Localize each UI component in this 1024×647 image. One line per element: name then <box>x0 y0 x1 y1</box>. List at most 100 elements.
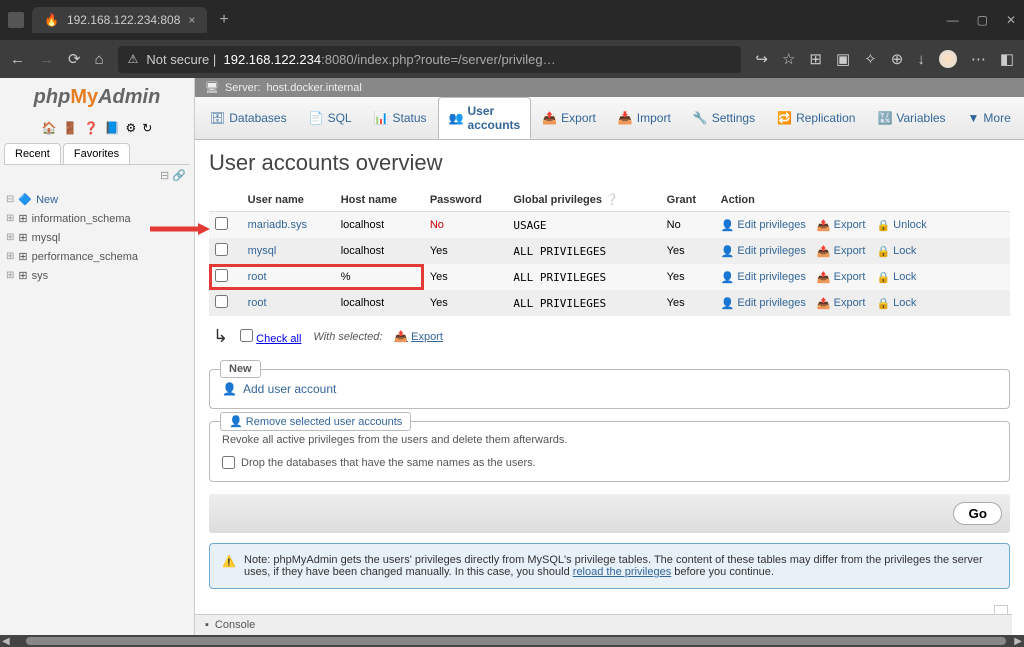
tab-sql[interactable]: 📄SQL <box>298 97 363 139</box>
edit-privileges-link[interactable]: 👤Edit privileges <box>721 297 806 310</box>
minimize-icon[interactable]: — <box>947 13 959 27</box>
user-link[interactable]: root <box>248 271 267 283</box>
maximize-icon[interactable]: ▢ <box>977 13 988 27</box>
share-icon[interactable]: ↪ <box>755 50 768 68</box>
export-user-link[interactable]: 📤Export <box>817 297 866 310</box>
row-checkbox[interactable] <box>215 217 228 230</box>
checkall-checkbox[interactable] <box>240 329 253 342</box>
db-sys[interactable]: ⊞⊞sys <box>4 266 190 285</box>
refresh-button[interactable]: ⟳ <box>68 50 81 68</box>
checkall-row: ↳ Check all With selected: 📤Export <box>209 316 1010 357</box>
tab-export[interactable]: 📤Export <box>531 97 607 139</box>
help-icon[interactable]: ❔ <box>605 194 619 206</box>
edit-privileges-link[interactable]: 👤Edit privileges <box>721 245 806 258</box>
favorites-tab[interactable]: Favorites <box>63 143 130 164</box>
sql-icon[interactable]: 📘 <box>105 121 120 135</box>
scroll-right-icon[interactable]: ▶ <box>1012 636 1024 647</box>
database-tree: ⊟ 🔷 New ⊞⊞information_schema ⊞⊞mysql ⊞⊞p… <box>0 186 194 289</box>
logout-icon[interactable]: 🚪 <box>63 121 78 135</box>
home-icon[interactable]: 🏠 <box>42 121 57 135</box>
menu-icon[interactable]: ⋯ <box>971 50 986 68</box>
reload-icon[interactable]: ↻ <box>142 121 152 135</box>
row-checkbox[interactable] <box>215 269 228 282</box>
profile-avatar[interactable] <box>939 50 957 68</box>
checkall-link[interactable]: Check all <box>256 333 301 345</box>
row-checkbox[interactable] <box>215 243 228 256</box>
reload-privileges-link[interactable]: reload the privileges <box>573 566 671 578</box>
export-user-link[interactable]: 📤Export <box>817 219 866 232</box>
scrollbar-thumb[interactable] <box>26 637 1006 645</box>
export-user-link[interactable]: 📤Export <box>817 245 866 258</box>
download-icon[interactable]: ↓ <box>917 51 925 68</box>
forward-button[interactable]: → <box>39 51 54 68</box>
console-label: Console <box>215 619 255 631</box>
actions-cell: 👤Edit privileges 📤Export 🔒Unlock <box>715 212 1010 239</box>
lock-icon: 🔒 <box>876 219 890 232</box>
add-user-icon: 👤 <box>222 382 237 396</box>
reading-icon[interactable]: ✧ <box>864 50 877 68</box>
tab-variables[interactable]: 🔣Variables <box>866 97 956 139</box>
row-checkbox[interactable] <box>215 295 228 308</box>
export-selected-link[interactable]: 📤Export <box>394 330 443 343</box>
collapse-icon[interactable]: ⊟ <box>160 170 169 182</box>
url-input[interactable]: ⚠ Not secure | 192.168.122.234:8080/inde… <box>118 46 742 73</box>
go-button[interactable]: Go <box>953 502 1002 525</box>
remove-legend[interactable]: 👤 Remove selected user accounts <box>220 412 411 431</box>
db-mysql[interactable]: ⊞⊞mysql <box>4 228 190 247</box>
tab-status[interactable]: 📊Status <box>363 97 438 139</box>
user-link[interactable]: root <box>248 297 267 309</box>
link-icon[interactable]: 🔗 <box>172 170 186 182</box>
tab-import[interactable]: 📥Import <box>607 97 682 139</box>
db-performance-schema[interactable]: ⊞⊞performance_schema <box>4 247 190 266</box>
tab-more[interactable]: ▼More <box>957 97 1022 139</box>
home-button[interactable]: ⌂ <box>95 51 104 68</box>
recent-tab[interactable]: Recent <box>4 143 61 164</box>
actions-cell: 👤Edit privileges 📤Export 🔒Lock <box>715 290 1010 316</box>
lock-icon: 🔒 <box>876 245 890 258</box>
lock-user-link[interactable]: 🔒Lock <box>876 271 916 284</box>
lock-user-link[interactable]: 🔒Lock <box>876 297 916 310</box>
add-user-link[interactable]: 👤 Add user account <box>222 382 997 396</box>
user-link[interactable]: mysql <box>248 245 277 257</box>
export-user-link[interactable]: 📤Export <box>817 271 866 284</box>
server-link[interactable]: host.docker.internal <box>266 82 361 94</box>
back-button[interactable]: ← <box>10 51 25 68</box>
drop-db-checkbox[interactable] <box>222 456 235 469</box>
collections-icon[interactable]: ▣ <box>836 50 850 68</box>
scroll-left-icon[interactable]: ◀ <box>0 636 12 647</box>
col-grant: Grant <box>661 188 715 212</box>
db-information-schema[interactable]: ⊞⊞information_schema <box>4 209 190 228</box>
close-tab-icon[interactable]: × <box>188 13 195 27</box>
host-cell: localhost <box>335 238 424 264</box>
edit-privileges-link[interactable]: 👤Edit privileges <box>721 219 806 232</box>
favorite-icon[interactable]: ☆ <box>782 50 795 68</box>
new-database-link[interactable]: ⊟ 🔷 New <box>4 190 190 209</box>
url-path: /index.php?route=/server/privileg… <box>354 52 556 67</box>
col-global: Global privileges ❔ <box>507 188 660 212</box>
tab-settings[interactable]: 🔧Settings <box>682 97 766 139</box>
lock-user-link[interactable]: 🔒Lock <box>876 245 916 258</box>
settings-icon[interactable]: ⚙ <box>125 121 136 135</box>
new-tab-button[interactable]: + <box>219 11 228 29</box>
password-cell: Yes <box>424 264 508 290</box>
remove-user-icon: 👤 <box>229 416 243 428</box>
logo-php: php <box>34 86 71 108</box>
browser-tab[interactable]: 🔥 192.168.122.234:808 × <box>32 7 207 33</box>
user-link[interactable]: mariadb.sys <box>248 219 307 231</box>
edit-privileges-link[interactable]: 👤Edit privileges <box>721 271 806 284</box>
col-checkbox <box>209 188 242 212</box>
addon-icon[interactable]: ⊕ <box>891 50 904 68</box>
close-window-icon[interactable]: ✕ <box>1006 13 1016 27</box>
tab-databases[interactable]: 🗄Databases <box>199 97 298 139</box>
console-bar[interactable]: ▪ Console <box>195 614 1012 635</box>
tab-replication[interactable]: 🔁Replication <box>766 97 866 139</box>
lock-user-link[interactable]: 🔒Unlock <box>876 219 926 232</box>
extensions-icon[interactable]: ⊞ <box>809 50 822 68</box>
sidebar-toggle-icon[interactable]: ◧ <box>1000 50 1014 68</box>
horizontal-scrollbar[interactable]: ◀ ▶ <box>0 635 1024 647</box>
drop-db-option[interactable]: Drop the databases that have the same na… <box>222 456 997 469</box>
password-cell: Yes <box>424 238 508 264</box>
docs-icon[interactable]: ❓ <box>84 121 99 135</box>
checkall-label[interactable]: Check all <box>240 329 301 345</box>
tab-users[interactable]: 👥User accounts <box>438 97 532 139</box>
